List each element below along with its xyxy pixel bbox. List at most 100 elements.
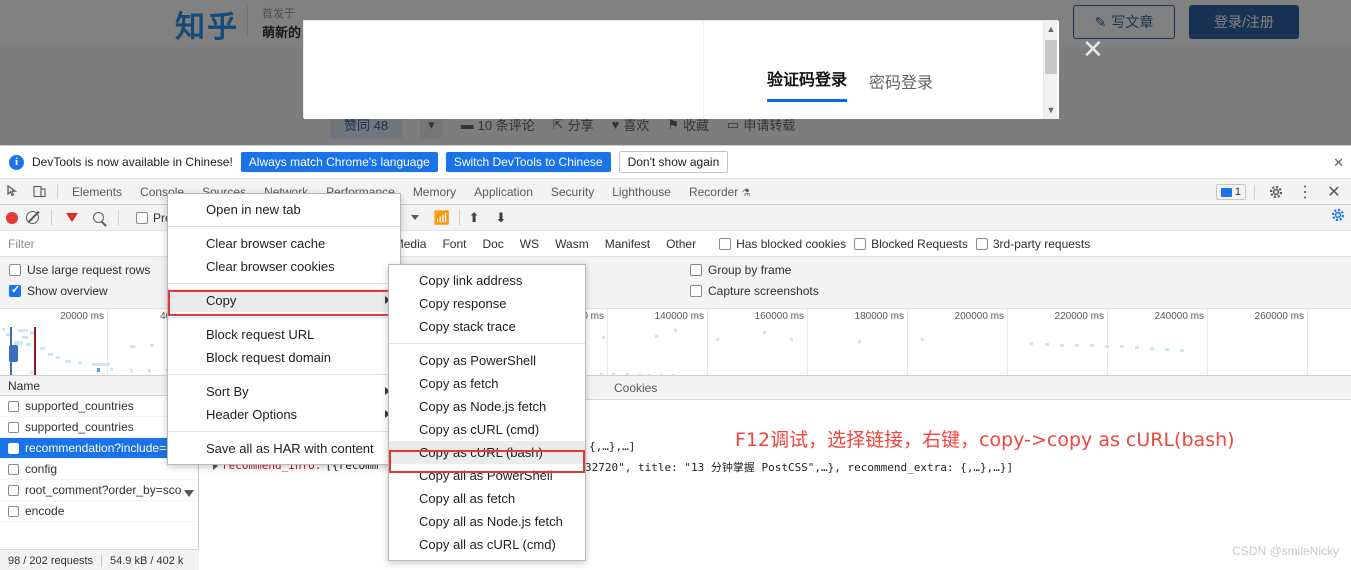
tabbar-divider (57, 184, 58, 199)
filter-type-doc[interactable]: Doc (475, 235, 510, 253)
login-modal-right: 验证码登录 密码登录 (704, 21, 1059, 119)
filter-type-ws[interactable]: WS (513, 235, 546, 253)
tab-elements[interactable]: Elements (63, 179, 131, 205)
use-large-request-rows-checkbox[interactable]: Use large request rows (9, 263, 150, 277)
issues-badge[interactable]: 1 (1215, 184, 1246, 200)
overview-tick-label: 140000 ms (654, 311, 704, 322)
has-blocked-cookies-checkbox[interactable]: Has blocked cookies (719, 237, 846, 251)
tab-lighthouse[interactable]: Lighthouse (603, 179, 680, 205)
switch-to-chinese-button[interactable]: Switch DevTools to Chinese (445, 152, 611, 172)
menu-item-copy-all-as-curl-cmd[interactable]: Copy all as cURL (cmd) (389, 533, 585, 556)
menu-separator (168, 431, 400, 432)
row-checkbox[interactable] (8, 421, 19, 433)
menu-item-save-all-as-har[interactable]: Save all as HAR with content (168, 437, 400, 460)
menu-item-block-request-url[interactable]: Block request URL (168, 323, 400, 346)
export-har-icon[interactable]: ⬇ (496, 210, 507, 226)
devtools-tabbar-right: 1 ⋮ ✕ (1215, 179, 1347, 205)
menu-separator (168, 374, 400, 375)
menu-item-copy-as-powershell[interactable]: Copy as PowerShell (389, 349, 585, 372)
scrollbar-thumb[interactable] (1045, 40, 1057, 74)
triangle-up-icon[interactable]: ▲ (1044, 23, 1058, 36)
triangle-down-icon[interactable] (184, 490, 194, 497)
group-by-frame-checkbox[interactable]: Group by frame (690, 263, 819, 277)
chevron-down-icon[interactable] (411, 215, 420, 220)
menu-item-copy-stack-trace[interactable]: Copy stack trace (389, 315, 585, 338)
network-conditions-icon[interactable]: 📶 (433, 210, 449, 226)
show-overview-checkbox[interactable]: Show overview (9, 283, 150, 298)
row-checkbox[interactable] (8, 505, 19, 517)
table-row[interactable]: encode (0, 501, 198, 522)
tab-security[interactable]: Security (542, 179, 603, 205)
row-checkbox[interactable] (8, 442, 19, 454)
menu-item-copy-all-as-fetch[interactable]: Copy all as fetch (389, 487, 585, 510)
clear-icon[interactable] (25, 211, 39, 224)
capture-screenshots-checkbox[interactable]: Capture screenshots (690, 284, 819, 298)
checkbox-box (690, 285, 702, 297)
tab-recorder[interactable]: Recorder ⚗ (680, 179, 760, 205)
tab-memory[interactable]: Memory (404, 179, 465, 205)
devtools-close-icon[interactable]: ✕ (1321, 180, 1347, 204)
filter-input[interactable]: Filter (0, 230, 168, 257)
filter-type-wasm[interactable]: Wasm (548, 235, 596, 253)
menu-item-clear-browser-cookies[interactable]: Clear browser cookies (168, 255, 400, 278)
menu-item-sort-by-label: Sort By (206, 384, 249, 399)
login-modal: 验证码登录 密码登录 ▲ ▼ (303, 20, 1059, 119)
row-checkbox[interactable] (8, 400, 19, 412)
search-icon[interactable] (92, 212, 104, 223)
filter-type-manifest[interactable]: Manifest (598, 235, 657, 253)
menu-item-copy-all-as-nodejs-fetch[interactable]: Copy all as Node.js fetch (389, 510, 585, 533)
row-checkbox[interactable] (8, 463, 19, 475)
menu-item-copy-all-as-powershell[interactable]: Copy all as PowerShell (389, 464, 585, 487)
has-blocked-cookies-label: Has blocked cookies (736, 236, 847, 251)
menu-item-sort-by[interactable]: Sort By (168, 380, 400, 403)
import-har-icon[interactable]: ⬆ (469, 210, 480, 226)
checkbox-box (9, 264, 21, 276)
json-tail-1: {,…},…] (589, 440, 636, 453)
network-status-bar: 98 / 202 requests 54.9 kB / 402 k (0, 549, 199, 570)
tab-application[interactable]: Application (465, 179, 542, 205)
menu-item-copy-as-nodejs-fetch[interactable]: Copy as Node.js fetch (389, 395, 585, 418)
menu-item-clear-browser-cache[interactable]: Clear browser cache (168, 232, 400, 255)
network-settings-gear-icon[interactable] (1331, 208, 1345, 227)
filter-type-font[interactable]: Font (435, 235, 473, 253)
capture-screenshots-label: Capture screenshots (708, 284, 819, 298)
overview-selection-grip[interactable] (9, 345, 18, 362)
menu-item-header-options[interactable]: Header Options (168, 403, 400, 426)
menu-item-open-in-new-tab[interactable]: Open in new tab (168, 198, 400, 221)
blocked-requests-checkbox[interactable]: Blocked Requests (854, 237, 968, 251)
request-name: supported_countries (25, 420, 134, 434)
inspect-element-icon[interactable] (0, 180, 26, 204)
menu-item-copy-response[interactable]: Copy response (389, 292, 585, 315)
device-toolbar-icon[interactable] (26, 180, 52, 204)
overview-tick-label: 160000 ms (754, 311, 804, 322)
triangle-down-icon[interactable]: ▼ (1044, 104, 1058, 117)
menu-item-copy-as-curl-bash[interactable]: Copy as cURL (bash) (389, 441, 585, 464)
tab-password-login[interactable]: 密码登录 (869, 69, 933, 102)
menu-item-block-request-domain[interactable]: Block request domain (168, 346, 400, 369)
menu-item-copy-as-fetch[interactable]: Copy as fetch (389, 372, 585, 395)
filter-icon[interactable] (66, 213, 78, 235)
overview-tick-label: 20000 ms (60, 311, 104, 322)
show-overview-label: Show overview (27, 284, 108, 298)
record-icon[interactable] (6, 211, 18, 224)
infobar-close-icon[interactable]: ✕ (1333, 155, 1344, 171)
more-vertical-icon[interactable]: ⋮ (1292, 180, 1318, 204)
dont-show-again-button[interactable]: Don't show again (618, 151, 729, 173)
tab-cookies[interactable]: Cookies (604, 381, 667, 395)
tab-sms-login[interactable]: 验证码登录 (767, 66, 848, 102)
screenshot-root: 知乎 首发于 萌新的 ✎ 写文章 登录/注册 切换模式 赞同 48 ▾ ▬10 … (0, 0, 1351, 570)
modal-scrollbar[interactable]: ▲ ▼ (1043, 21, 1057, 119)
use-large-request-rows-label: Use large request rows (27, 263, 151, 277)
menu-item-copy[interactable]: Copy (168, 289, 400, 312)
filter-type-other[interactable]: Other (659, 235, 703, 253)
modal-close-icon[interactable]: ✕ (1082, 36, 1104, 62)
menu-item-copy-link-address[interactable]: Copy link address (389, 269, 585, 292)
gear-icon[interactable] (1263, 180, 1289, 204)
row-checkbox[interactable] (8, 484, 19, 496)
overview-selection-end-handle[interactable] (34, 327, 36, 375)
table-row[interactable]: root_comment?order_by=sco (0, 480, 198, 501)
request-name: config (25, 462, 58, 476)
menu-item-copy-as-curl-cmd[interactable]: Copy as cURL (cmd) (389, 418, 585, 441)
always-match-language-button[interactable]: Always match Chrome's language (240, 152, 438, 172)
third-party-requests-checkbox[interactable]: 3rd-party requests (975, 237, 1090, 251)
